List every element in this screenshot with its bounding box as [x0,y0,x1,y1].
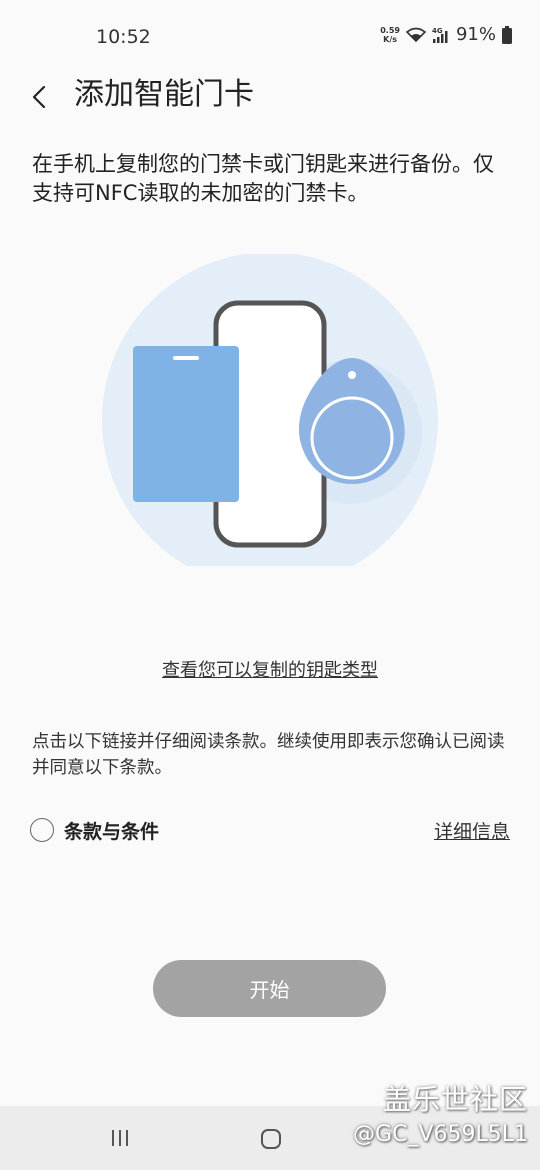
status-time: 10:52 [96,26,151,48]
battery-percentage: 91% [455,24,496,45]
wifi-icon [405,27,426,43]
description-text: 在手机上复制您的门禁卡或门钥匙来进行备份。仅支持可NFC读取的未加密的门禁卡。 [32,152,494,205]
signal-icon: 4G [432,26,450,44]
back-button[interactable] [24,80,54,114]
page-title: 添加智能门卡 [74,77,254,112]
access-card-shape [133,346,239,502]
terms-notice-text: 点击以下链接并仔细阅读条款。继续使用即表示您确认已阅读并同意以下条款。 [32,732,505,778]
start-button[interactable]: 开始 [153,960,386,1017]
watermark-user-id: @GC_V659L5L1 [353,1122,528,1147]
battery-icon [502,25,512,44]
home-button[interactable] [258,1126,284,1152]
home-icon [261,1129,281,1149]
network-type-label: 4G [432,27,443,35]
net-speed-indicator: 0.59 K/s [380,26,400,44]
net-speed-value: 0.59 [380,25,400,35]
details-link[interactable]: 详细信息 [434,817,510,844]
status-bar: 10:52 0.59 K/s 4G 91% [0,0,540,74]
chevron-left-icon [32,85,46,109]
terms-radio-button[interactable] [30,818,54,842]
terms-row: 条款与条件 详细信息 [30,812,510,848]
recent-apps-icon [112,1130,128,1146]
status-indicators: 0.59 K/s 4G 91% [380,24,512,45]
terms-label: 条款与条件 [64,820,160,843]
recent-apps-button[interactable] [106,1126,134,1150]
net-speed-unit: K/s [383,34,398,44]
watermark-community: 盖乐世社区 [382,1083,528,1116]
app-header: 添加智能门卡 [0,74,540,120]
key-types-link[interactable]: 查看您可以复制的钥匙类型 [0,656,540,682]
smart-door-card-illustration [98,252,442,588]
